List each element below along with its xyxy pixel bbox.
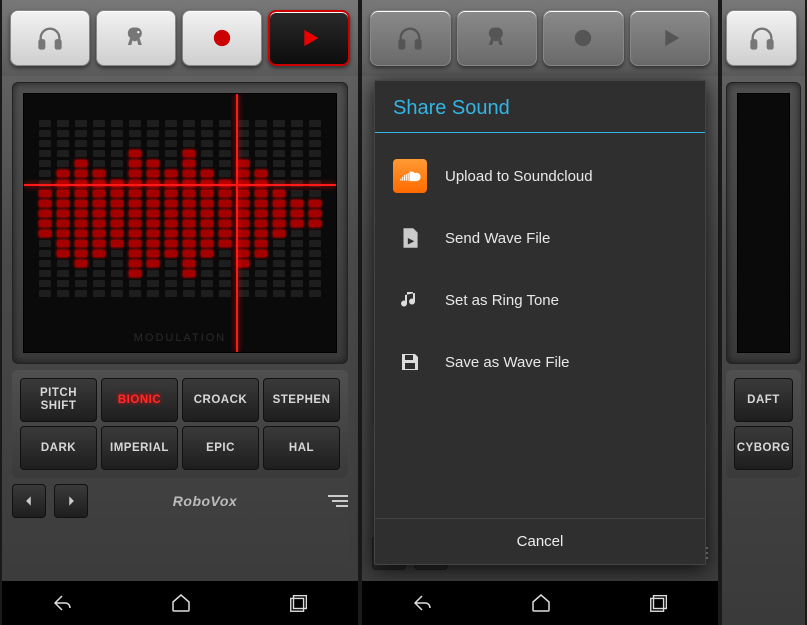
record-icon <box>208 24 236 52</box>
option-save-wave[interactable]: Save as Wave File <box>375 331 705 393</box>
top-toolbar <box>722 0 805 76</box>
dialog-options: Upload to Soundcloud Send Wave File Set … <box>375 133 705 518</box>
music-note-icon <box>393 283 427 317</box>
share-sound-dialog: Share Sound Upload to Soundcloud Send Wa… <box>374 80 706 565</box>
headphones-icon <box>36 24 64 52</box>
preset-stephen[interactable]: STEPHEN <box>263 378 340 422</box>
nav-recents-icon[interactable] <box>288 592 310 614</box>
preset-dark[interactable]: DARK <box>20 426 97 470</box>
chevron-left-icon <box>22 494 36 508</box>
preset-daft[interactable]: DAFT <box>734 378 793 422</box>
save-icon <box>393 345 427 379</box>
nav-recents-icon[interactable] <box>648 592 670 614</box>
xy-pad[interactable] <box>737 93 790 353</box>
screen-partial: DAFT CYBORG <box>720 0 807 625</box>
preset-bionic[interactable]: BIONIC <box>101 378 178 422</box>
chevron-right-icon <box>64 494 78 508</box>
android-navbar <box>2 581 358 625</box>
modulation-label: MODULATION <box>24 332 336 344</box>
top-toolbar <box>362 0 718 76</box>
option-label: Save as Wave File <box>445 354 570 371</box>
preset-epic[interactable]: EPIC <box>182 426 259 470</box>
option-send-wave[interactable]: Send Wave File <box>375 207 705 269</box>
headphones-icon <box>396 24 424 52</box>
play-button[interactable] <box>630 10 711 66</box>
screen-main: MODULATION PITCHSHIFT BIONIC CROACK STEP… <box>0 0 360 625</box>
preset-croack[interactable]: CROACK <box>182 378 259 422</box>
dialog-cancel-button[interactable]: Cancel <box>375 518 705 564</box>
next-button[interactable] <box>54 484 88 518</box>
app-title: RoboVox <box>96 493 314 509</box>
eq-bars <box>39 114 321 302</box>
play-icon <box>656 24 684 52</box>
crosshair-h <box>24 184 336 186</box>
option-upload-soundcloud[interactable]: Upload to Soundcloud <box>375 145 705 207</box>
headphones-button[interactable] <box>10 10 90 66</box>
visualizer-frame <box>726 82 801 364</box>
play-button[interactable] <box>268 10 350 66</box>
nav-back-icon[interactable] <box>50 591 74 615</box>
record-button[interactable] <box>182 10 262 66</box>
menu-button[interactable] <box>322 495 348 507</box>
top-toolbar <box>2 0 358 76</box>
preset-pitch-shift[interactable]: PITCHSHIFT <box>20 378 97 422</box>
option-label: Send Wave File <box>445 230 550 247</box>
nav-back-icon[interactable] <box>410 591 434 615</box>
nav-home-icon[interactable] <box>529 591 553 615</box>
record-icon <box>569 24 597 52</box>
preset-cyborg[interactable]: CYBORG <box>734 426 793 470</box>
option-label: Set as Ring Tone <box>445 292 559 309</box>
headphones-icon <box>748 24 776 52</box>
parrot-icon <box>122 24 150 52</box>
option-ringtone[interactable]: Set as Ring Tone <box>375 269 705 331</box>
play-icon <box>295 24 323 52</box>
dialog-title: Share Sound <box>375 81 705 133</box>
soundcloud-icon <box>393 159 427 193</box>
preset-grid: PITCHSHIFT BIONIC CROACK STEPHEN DARK IM… <box>20 378 340 470</box>
prev-button[interactable] <box>12 484 46 518</box>
screen-share-dialog: PITCHSHIFT BIONIC CROACK STEPHEN DARK IM… <box>360 0 720 625</box>
bottom-bar: RoboVox <box>12 484 348 518</box>
android-navbar <box>362 581 718 625</box>
menu-line-icon <box>328 495 348 497</box>
headphones-button[interactable] <box>370 10 451 66</box>
record-button[interactable] <box>543 10 624 66</box>
option-label: Upload to Soundcloud <box>445 168 593 185</box>
preset-panel: DAFT CYBORG <box>726 370 801 478</box>
crosshair-v <box>236 94 238 352</box>
parrot-button[interactable] <box>96 10 176 66</box>
preset-hal[interactable]: HAL <box>263 426 340 470</box>
visualizer-frame: MODULATION <box>12 82 348 364</box>
xy-pad[interactable]: MODULATION <box>23 93 337 353</box>
send-icon <box>393 221 427 255</box>
parrot-button[interactable] <box>457 10 538 66</box>
headphones-button[interactable] <box>726 10 797 66</box>
nav-home-icon[interactable] <box>169 591 193 615</box>
preset-imperial[interactable]: IMPERIAL <box>101 426 178 470</box>
parrot-icon <box>483 24 511 52</box>
preset-panel: PITCHSHIFT BIONIC CROACK STEPHEN DARK IM… <box>12 370 348 478</box>
